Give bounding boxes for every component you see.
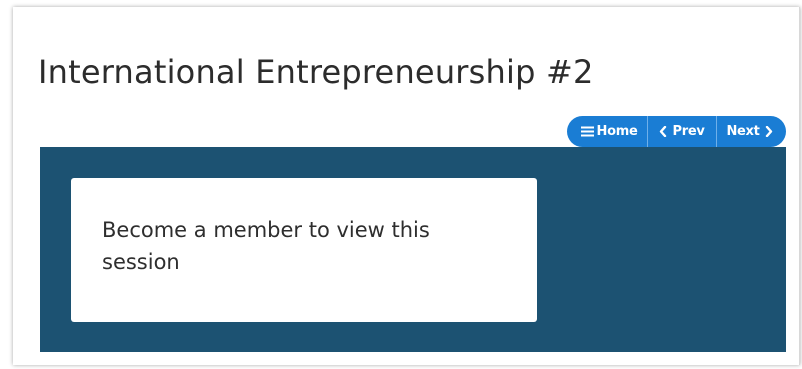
chevron-right-icon (765, 126, 773, 137)
membership-notice-text: Become a member to view this session (102, 218, 430, 274)
membership-notice-card: Become a member to view this session (71, 178, 537, 322)
session-navigation: Home Prev Next (567, 116, 786, 147)
chevron-left-icon (659, 126, 667, 137)
next-button-label: Next (726, 124, 760, 139)
menu-icon (580, 126, 594, 137)
home-button-label: Home (596, 124, 638, 139)
prev-button-label: Prev (672, 124, 705, 139)
page-container: International Entrepreneurship #2 Home P… (13, 7, 800, 365)
session-panel: Become a member to view this session (40, 147, 786, 352)
next-button[interactable]: Next (716, 116, 786, 147)
page-title: International Entrepreneurship #2 (38, 53, 594, 91)
prev-button[interactable]: Prev (647, 116, 716, 147)
home-button[interactable]: Home (567, 116, 647, 147)
